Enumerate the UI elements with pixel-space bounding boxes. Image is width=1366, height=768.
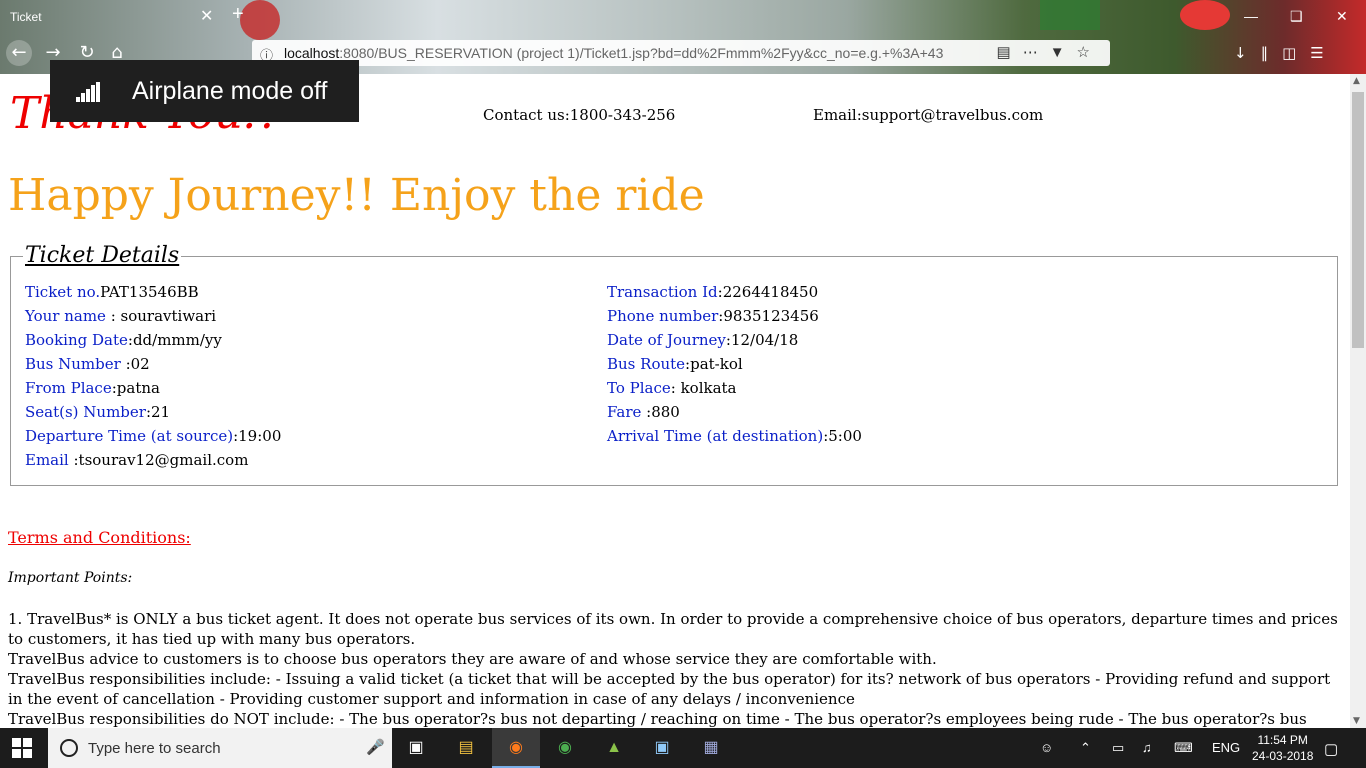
windows-start-icon[interactable] [12,738,32,758]
taskbar-search[interactable]: Type here to search 🎤 [48,728,392,768]
back-arrow-icon: ← [11,42,27,63]
chrome-icon[interactable]: ◉ [553,736,577,760]
back-button[interactable]: ← [6,40,32,66]
clock[interactable]: 11:54 PM 24-03-2018 [1252,732,1313,764]
new-tab-button[interactable]: + [232,3,244,26]
scroll-thumb[interactable] [1352,92,1364,348]
keyboard-icon[interactable]: ⌨ [1174,740,1193,756]
pocket-icon[interactable]: ▼ [1050,44,1077,61]
download-icon[interactable]: ↓ [1234,44,1261,62]
terms-text: 1. TravelBus* is ONLY a bus ticket agent… [8,609,1338,728]
ticket-field: Arrival Time (at destination):5:00 [607,427,862,445]
clock-time: 11:54 PM [1257,733,1308,747]
ticket-field: From Place:patna [25,379,160,397]
bookmark-star-icon[interactable]: ☆ [1077,44,1102,61]
airplane-mode-toast: Airplane mode off [50,60,359,122]
page-content: Thank You!! Contact us:1800-343-256 Emai… [0,74,1350,728]
restore-icon[interactable]: ❑ [1290,8,1303,25]
ticket-field: Ticket no.PAT13546BB [25,283,199,301]
virtualbox-icon[interactable]: ▣ [650,736,674,760]
ticket-field: Phone number:9835123456 [607,307,819,325]
tray-chevron-icon[interactable]: ⌃ [1080,740,1091,756]
page-scrollbar[interactable]: ▲ ▼ [1350,74,1366,728]
terms-line: TravelBus advice to customers is to choo… [8,650,937,668]
ornament-decoration [240,0,280,40]
scroll-down-icon[interactable]: ▼ [1353,716,1360,726]
happy-journey-heading: Happy Journey!! Enjoy the ride [8,170,705,221]
ticket-field: Fare :880 [607,403,680,421]
people-icon[interactable]: ☺ [1040,740,1053,755]
ticket-field: Bus Number :02 [25,355,150,373]
ticket-field: Booking Date:dd/mmm/yy [25,331,222,349]
android-studio-icon[interactable]: ▲ [602,736,626,760]
toolbar-icons: ↓∥◫☰ [1234,44,1338,62]
sql-app-icon[interactable]: ▦ [699,736,723,760]
ticket-field: Transaction Id:2264418450 [607,283,819,301]
airplane-mode-label: Airplane mode off [132,77,328,105]
ticket-details-legend: Ticket Details [23,243,182,268]
ticket-field: To Place: kolkata [607,379,737,397]
tab-ticket[interactable]: Ticket ✕ [0,0,225,33]
clock-date: 24-03-2018 [1252,749,1314,763]
cortana-icon [60,739,78,757]
terms-line: 1. TravelBus* is ONLY a bus ticket agent… [8,610,1338,648]
url-path: :8080/BUS_RESERVATION (project 1)/Ticket… [339,45,944,61]
ticket-field: Bus Route:pat-kol [607,355,743,373]
signal-bars-icon [76,82,100,102]
microphone-icon[interactable]: 🎤 [366,738,385,756]
taskbar: Type here to search 🎤 ▣ ▤ ◉ ◉ ▲ ▣ ▦ ☺ ⌃ … [0,728,1366,768]
reader-view-icon[interactable]: ▤ [997,44,1023,61]
ticket-field: Your name : souravtiwari [25,307,217,325]
scroll-up-icon[interactable]: ▲ [1353,76,1360,86]
ticket-field: Departure Time (at source):19:00 [25,427,282,445]
battery-icon[interactable]: ▭ [1112,740,1124,756]
task-view-icon[interactable]: ▣ [404,736,428,760]
volume-icon[interactable]: ♫ [1142,740,1152,755]
language-indicator[interactable]: ENG [1212,740,1240,755]
notifications-icon[interactable]: ▢ [1324,740,1338,758]
window-close-icon[interactable]: ✕ [1336,8,1348,25]
file-explorer-icon[interactable]: ▤ [454,736,478,760]
contact-number: Contact us:1800-343-256 [483,106,676,124]
page-actions-icon[interactable]: ⋯ [1023,44,1050,61]
sidebar-icon[interactable]: ◫ [1282,44,1310,62]
ticket-field: Seat(s) Number:21 [25,403,171,421]
url-text[interactable]: localhost:8080/BUS_RESERVATION (project … [284,45,944,61]
important-points-label: Important Points: [8,570,133,586]
menu-icon[interactable]: ☰ [1310,44,1337,62]
address-bar[interactable]: ⓘ localhost:8080/BUS_RESERVATION (projec… [252,40,1110,66]
support-email: Email:support@travelbus.com [813,106,1044,124]
ticket-details-box: Ticket Details Ticket no.PAT13546BB Your… [10,243,1338,486]
close-icon[interactable]: ✕ [200,6,213,26]
terms-line: TravelBus responsibilities include: - Is… [8,670,1331,708]
terms-heading: Terms and Conditions: [8,528,191,547]
firefox-icon[interactable]: ◉ [504,736,528,760]
tab-title: Ticket [10,10,42,24]
search-placeholder: Type here to search [88,740,221,757]
ribbon-decoration [1180,0,1230,30]
minimize-icon[interactable]: — [1244,8,1258,24]
pine-decoration [1040,0,1100,30]
terms-line: TravelBus responsibilities do NOT includ… [8,710,1307,728]
library-icon[interactable]: ∥ [1261,44,1283,62]
url-bar-actions: ▤⋯▼☆ [997,43,1103,61]
url-host: localhost [284,45,340,61]
ticket-field: Email :tsourav12@gmail.com [25,451,249,469]
ticket-field: Date of Journey:12/04/18 [607,331,799,349]
